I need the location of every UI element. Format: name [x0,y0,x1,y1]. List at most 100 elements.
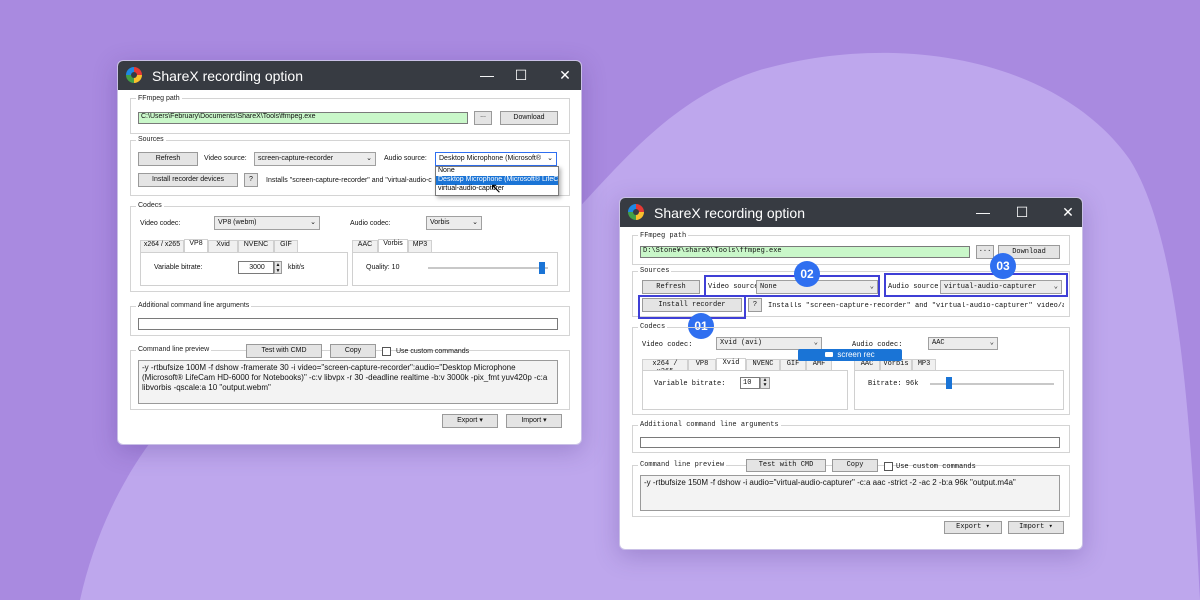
ffmpeg-path-input[interactable]: C:\Users\February\Documents\ShareX\Tools… [138,112,468,124]
highlight-audio-source [884,273,1068,297]
test-with-cmd-button[interactable]: Test with CMD [246,344,322,358]
sharex-window-1: ShareX recording option — ☐ ✕ FFmpeg pat… [117,60,582,445]
bitrate-label: Variable bitrate: [654,380,726,388]
import-label: Import [521,417,542,424]
ffmpeg-path-input[interactable]: D:\Stone¥\shareX\Tools\ffmpeg.exe [640,246,970,258]
window-title: ShareX recording option [152,68,303,84]
tab-mp3[interactable]: MP3 [408,240,432,252]
bitrate-input[interactable]: 10 [740,377,760,389]
minimize-icon[interactable]: — [972,203,994,221]
watermark-text: screen rec [837,350,875,359]
export-label: Export [956,523,982,531]
copy-button[interactable]: Copy [832,459,878,472]
audio-codec-select[interactable]: Vorbis ⌄ [426,216,482,230]
export-button[interactable]: Export ▾ [944,521,1002,534]
chevron-down-icon: ⌄ [547,155,553,162]
import-button[interactable]: Import ▾ [506,414,562,428]
audio-codec-value: AAC [932,339,945,347]
chevron-down-icon: ⌄ [366,155,372,162]
audio-bitrate-slider-thumb[interactable] [945,377,952,389]
tab-nvenc[interactable]: NVENC [238,240,274,252]
browse-button[interactable]: ... [976,245,994,259]
bitrate-stepper[interactable]: ▲ ▼ [274,261,282,274]
close-icon[interactable]: ✕ [554,66,576,84]
quality-slider-track[interactable] [428,267,548,269]
custom-commands-checkbox[interactable] [382,347,391,356]
video-tab-pane [642,370,848,410]
help-button[interactable]: ? [244,173,258,187]
chevron-down-icon: ⌄ [472,219,478,226]
audio-source-value: Desktop Microphone (Microsoft® [439,155,542,162]
video-codec-select[interactable]: VP8 (webm) ⌄ [214,216,320,230]
step-badge: 02 [794,261,820,287]
tab-vorbis[interactable]: Vorbis [378,239,408,252]
export-button[interactable]: Export ▾ [442,414,498,428]
audio-codec-value: Vorbis [430,219,450,226]
tab-xvid[interactable]: Xvid [208,240,238,252]
tab-aac[interactable]: AAC [352,240,378,252]
custom-commands-checkbox[interactable] [884,462,893,471]
preview-label: Command line preview [638,461,727,469]
screenrec-watermark: screen rec [798,349,902,361]
audio-codec-label: Audio codec: [350,220,391,227]
close-icon[interactable]: ✕ [1057,203,1079,221]
chevron-down-icon: ⌄ [989,339,994,347]
bitrate-stepper[interactable]: ▲ ▼ [760,377,770,389]
download-button[interactable]: Download [500,111,558,125]
import-button[interactable]: Import ▾ [1008,521,1064,534]
tab-vp8[interactable]: VP8 [688,359,716,370]
sharex-window-2: ShareX recording option — ☐ ✕ FFmpeg pat… [619,197,1083,550]
highlight-video-source [704,275,880,297]
video-codec-label: Video codec: [140,220,181,227]
audio-bitrate-label: Bitrate: 96k [868,380,919,388]
title-bar: ShareX recording option — ☐ ✕ [620,198,1082,227]
dropdown-option[interactable]: None [436,167,558,176]
bitrate-unit: kbit/s [288,264,305,271]
custom-commands-label: Use custom commands [896,463,976,471]
bitrate-input[interactable]: 3000 [238,261,274,274]
custom-commands-label: Use custom commands [396,348,470,355]
video-source-select[interactable]: screen-capture-recorder ⌄ [254,152,376,166]
refresh-button[interactable]: Refresh [138,152,198,166]
window-title: ShareX recording option [654,205,805,221]
maximize-icon[interactable]: ☐ [1011,203,1033,221]
refresh-button[interactable]: Refresh [642,280,700,294]
audio-codec-select[interactable]: AAC ⌄ [928,337,998,350]
sharex-logo-icon [628,204,644,220]
copy-button[interactable]: Copy [330,344,376,358]
install-recorder-button[interactable]: Install recorder devices [138,173,238,187]
args-label: Additional command line arguments [136,302,252,309]
install-note: Installs "screen-capture-recorder" and "… [768,302,1064,310]
bitrate-label: Variable bitrate: [154,264,203,271]
tab-nvenc[interactable]: NVENC [746,359,780,370]
tab-x264[interactable]: x264 / x265 [140,240,184,252]
minimize-icon[interactable]: — [476,66,498,84]
browse-button[interactable]: ... [474,111,492,125]
tab-gif[interactable]: GIF [274,240,298,252]
export-label: Export [457,417,478,424]
args-input[interactable] [138,318,558,330]
test-with-cmd-button[interactable]: Test with CMD [746,459,826,472]
tab-mp3[interactable]: MP3 [912,359,936,370]
audio-source-select[interactable]: Desktop Microphone (Microsoft® ⌄ [435,152,557,166]
codecs-label: Codecs [136,202,164,209]
tab-x264[interactable]: x264 / x265 [642,359,688,376]
chevron-down-icon: ⌄ [310,219,316,226]
command-preview-textarea[interactable]: -y -rtbufsize 100M -f dshow -framerate 3… [138,360,558,404]
tab-vp8[interactable]: VP8 [184,239,208,252]
help-button[interactable]: ? [748,298,762,312]
screenrec-logo-icon [825,352,834,358]
maximize-icon[interactable]: ☐ [510,66,532,84]
video-codec-value: Xvid (avi) [720,339,763,347]
import-label: Import [1019,523,1045,531]
command-preview-textarea[interactable]: -y -rtbufsize 150M -f dshow -i audio="vi… [640,475,1060,511]
quality-slider-thumb[interactable] [539,262,545,274]
tab-xvid[interactable]: Xvid [716,358,746,370]
title-bar: ShareX recording option — ☐ ✕ [118,61,581,90]
args-label: Additional command line arguments [638,421,781,429]
video-source-label: Video source: [204,155,247,162]
install-note: Installs "screen-capture-recorder" and "… [266,177,432,184]
args-input[interactable] [640,437,1060,448]
video-codec-value: VP8 (webm) [218,219,257,226]
preview-label: Command line preview [136,346,212,353]
